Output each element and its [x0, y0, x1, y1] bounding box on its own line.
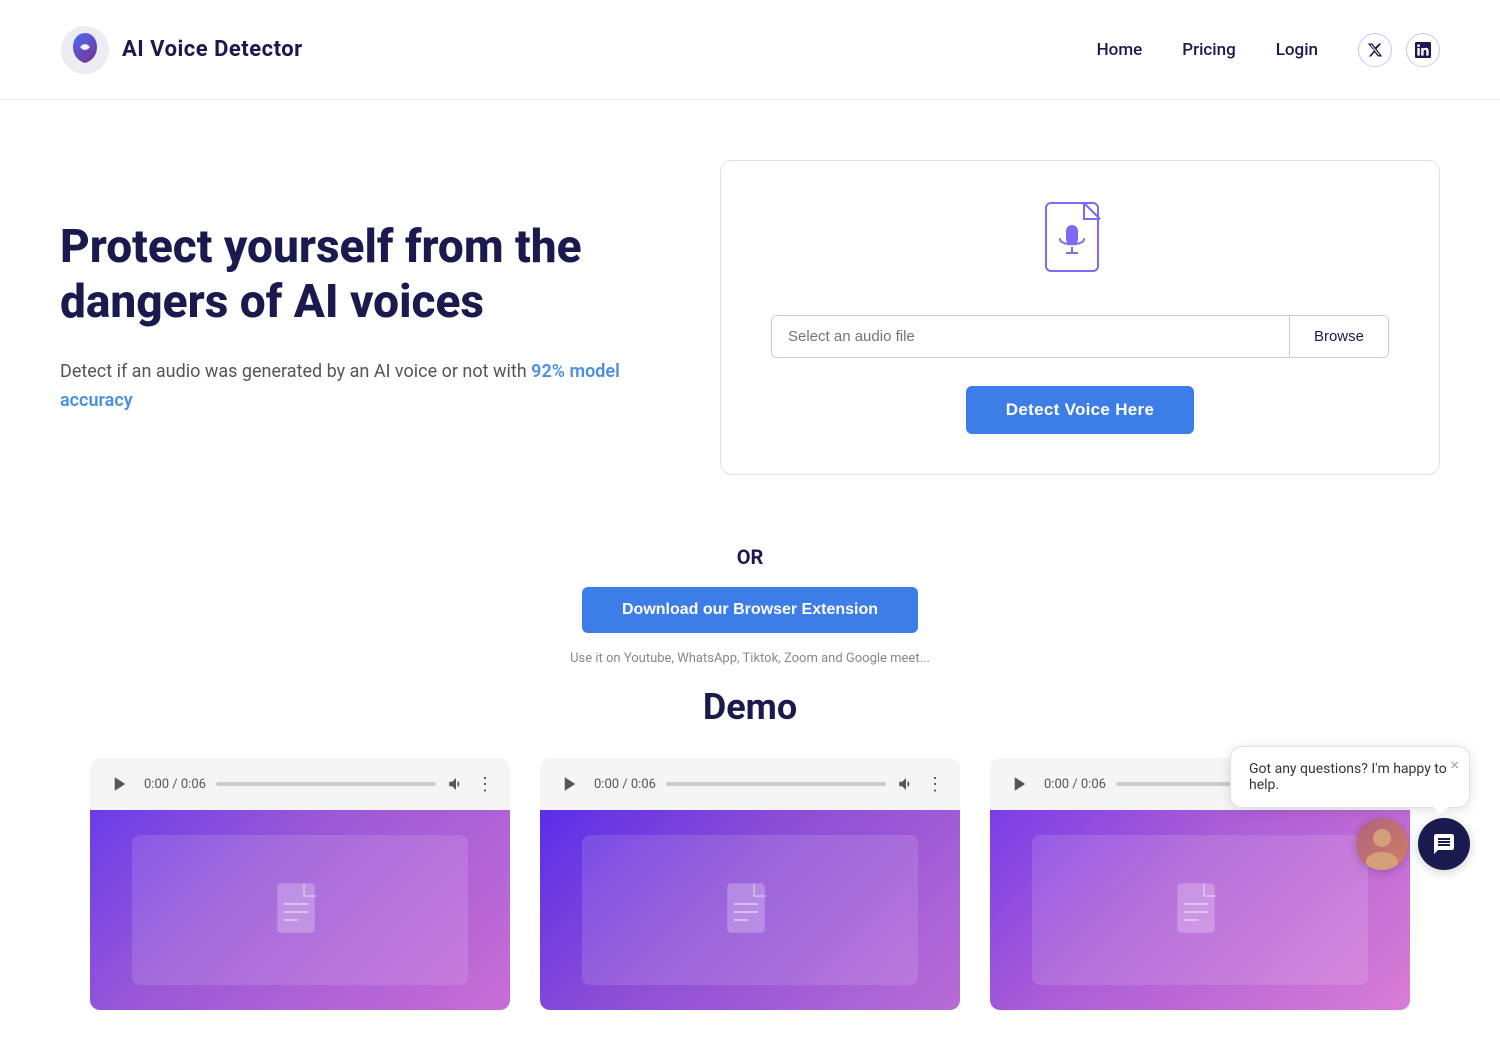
subtitle-prefix: Detect if an audio was generated by an A…	[60, 361, 531, 382]
time-display-3: 0:00 / 0:06	[1044, 777, 1106, 792]
play-button-3[interactable]	[1006, 770, 1034, 798]
linkedin-icon[interactable]	[1406, 33, 1440, 67]
audio-file-icon	[1044, 201, 1116, 281]
hero-left: Protect yourself from the dangers of AI …	[60, 160, 660, 416]
chat-fab-button[interactable]	[1418, 818, 1470, 870]
demo-thumbnail-1	[90, 810, 510, 1010]
demo-card-1: 0:00 / 0:06 ⋮	[90, 758, 510, 1010]
or-label: OR	[737, 545, 764, 569]
progress-track-2[interactable]	[666, 782, 886, 786]
demo-card-2: 0:00 / 0:06 ⋮	[540, 758, 960, 1010]
file-input-row: Browse	[771, 315, 1389, 358]
main-content: Protect yourself from the dangers of AI …	[0, 100, 1500, 515]
logo-icon	[60, 25, 110, 75]
time-display-1: 0:00 / 0:06	[144, 777, 206, 792]
chat-bubble: × Got any questions? I'm happy to help.	[1230, 746, 1470, 808]
chat-bubble-text: Got any questions? I'm happy to help.	[1249, 761, 1447, 793]
detect-button[interactable]: Detect Voice Here	[966, 386, 1194, 434]
doc-icon-3	[1176, 882, 1224, 938]
chat-avatar[interactable]	[1356, 818, 1408, 870]
hero-title: Protect yourself from the dangers of AI …	[60, 220, 660, 330]
hero-subtitle: Detect if an audio was generated by an A…	[60, 358, 660, 416]
main-nav: Home Pricing Login	[1097, 33, 1440, 67]
volume-icon-1[interactable]	[446, 774, 466, 794]
audio-player-1: 0:00 / 0:06 ⋮	[90, 758, 510, 810]
doc-icon-1	[276, 882, 324, 938]
play-button-1[interactable]	[106, 770, 134, 798]
chat-close-button[interactable]: ×	[1450, 755, 1459, 774]
demo-thumbnail-2	[540, 810, 960, 1010]
or-section: OR Download our Browser Extension Use it…	[0, 545, 1500, 666]
time-display-2: 0:00 / 0:06	[594, 777, 656, 792]
extension-note: Use it on Youtube, WhatsApp, Tiktok, Zoo…	[570, 651, 930, 666]
extension-button[interactable]: Download our Browser Extension	[582, 587, 918, 633]
audio-player-2: 0:00 / 0:06 ⋮	[540, 758, 960, 810]
logo-text: AI Voice Detector	[122, 37, 303, 62]
nav-login[interactable]: Login	[1276, 40, 1318, 60]
upload-icon-area	[1044, 201, 1116, 285]
play-button-2[interactable]	[556, 770, 584, 798]
volume-icon-2[interactable]	[896, 774, 916, 794]
nav-home[interactable]: Home	[1097, 40, 1143, 60]
audio-file-input[interactable]	[772, 316, 1289, 357]
doc-icon-2	[726, 882, 774, 938]
logo-area: AI Voice Detector	[60, 25, 303, 75]
nav-pricing[interactable]: Pricing	[1182, 40, 1236, 60]
progress-track-1[interactable]	[216, 782, 436, 786]
more-icon-1[interactable]: ⋮	[476, 774, 494, 795]
twitter-icon[interactable]	[1358, 33, 1392, 67]
header: AI Voice Detector Home Pricing Login	[0, 0, 1500, 100]
more-icon-2[interactable]: ⋮	[926, 774, 944, 795]
demo-title: Demo	[60, 686, 1440, 728]
upload-panel: Browse Detect Voice Here	[720, 160, 1440, 475]
browse-button[interactable]: Browse	[1289, 316, 1388, 357]
social-icons	[1358, 33, 1440, 67]
demo-thumbnail-inner-1	[132, 835, 468, 985]
chat-widget: × Got any questions? I'm happy to help.	[1230, 746, 1470, 870]
demo-thumbnail-inner-2	[582, 835, 918, 985]
